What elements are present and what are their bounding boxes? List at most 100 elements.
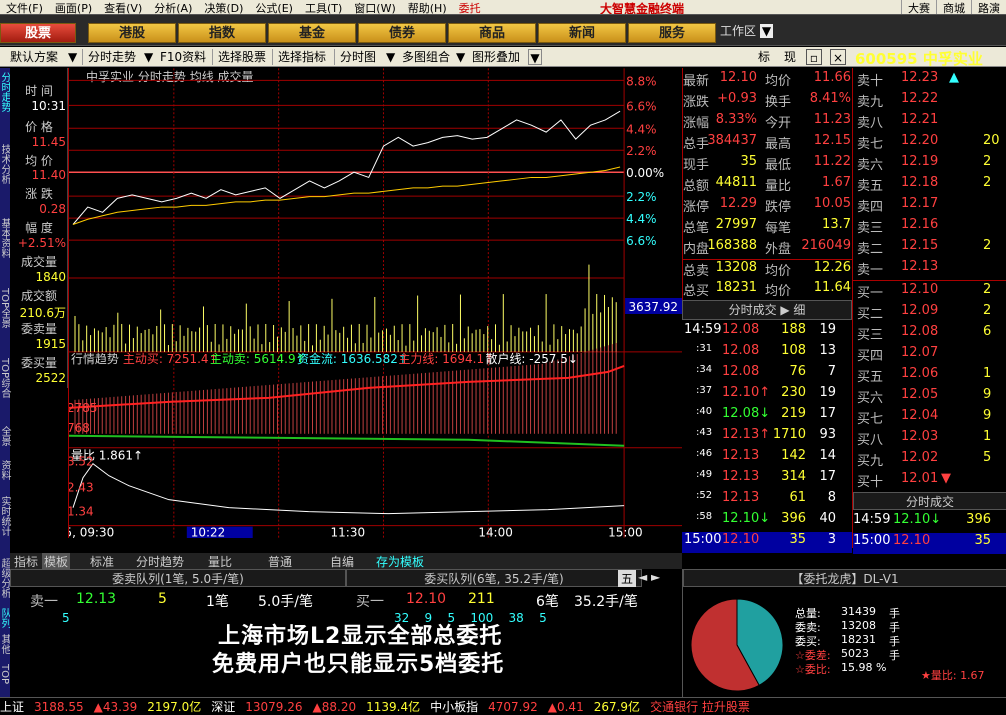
toolbar-select-stock[interactable]: 选择股票: [218, 49, 266, 65]
menu-formula[interactable]: 公式(E): [249, 0, 299, 14]
menu-window[interactable]: 窗口(W): [348, 0, 401, 14]
depth-sell-row[interactable]: 卖二 12.15 2: [853, 238, 1006, 259]
nav-tab-index[interactable]: 指数: [178, 23, 266, 43]
window-restore-icon[interactable]: ▫: [806, 49, 822, 65]
depth-buy-row[interactable]: 买三 12.08 6: [853, 324, 1006, 345]
nav-tab-commodity[interactable]: 商品: [448, 23, 536, 43]
depth-buy-row[interactable]: 买四 12.07: [853, 345, 1006, 366]
left-tab-fundamental[interactable]: 基本资料: [0, 218, 10, 258]
workspace-tab[interactable]: 工作区 ▼: [720, 22, 774, 39]
depth-sell-row[interactable]: 卖三 12.16: [853, 217, 1006, 238]
depth-buy-row[interactable]: 买二 12.09 2: [853, 303, 1006, 324]
tab-template[interactable]: 模板: [42, 553, 71, 570]
quote-row: 内盘 168388 外盘 216049: [683, 238, 853, 259]
toolbar-now[interactable]: 现: [784, 49, 796, 65]
depth-sell-row[interactable]: 卖一 12.13: [853, 259, 1006, 280]
left-tab-realtime-stats[interactable]: 实时统计: [0, 496, 10, 536]
tick-volume: 35: [974, 533, 991, 548]
tick-price: 12.10: [893, 533, 931, 548]
nav-tab-bond[interactable]: 债券: [358, 23, 446, 43]
tab-normal[interactable]: 普通: [268, 553, 292, 570]
depth-sell-row[interactable]: 卖四 12.17: [853, 196, 1006, 217]
menu-order[interactable]: 委托: [453, 0, 487, 14]
depth-label: 买一: [857, 286, 884, 301]
toolbar-overlay[interactable]: 图形叠加: [472, 49, 520, 65]
menu-screen[interactable]: 画面(P): [49, 0, 98, 14]
left-tab-other[interactable]: 其他: [0, 634, 10, 654]
menu-view[interactable]: 查看(V): [98, 0, 148, 14]
left-tab-top[interactable]: TOP: [0, 664, 10, 684]
depth-buy-row[interactable]: 买六 12.05 9: [853, 387, 1006, 408]
depth-tick-title[interactable]: 分时成交: [853, 492, 1006, 510]
intraday-chart[interactable]: 8.8% 6.6% 4.4% 2.2% 0.00% 2.2% 4.4% 6.6% 3637.92…: [68, 68, 682, 538]
toolbar-select-indicator[interactable]: 选择指标: [278, 49, 326, 65]
depth-sell-row[interactable]: 卖八 12.21: [853, 112, 1006, 133]
menu-tools[interactable]: 工具(T): [299, 0, 348, 14]
depth-sell-row[interactable]: 卖十 12.23 ▲: [853, 70, 1006, 91]
depth-buy-row[interactable]: 买七 12.04 9: [853, 408, 1006, 429]
chevron-down-icon[interactable]: ▼: [386, 49, 395, 65]
left-tab-panorama[interactable]: 全景: [0, 426, 10, 446]
depth-label: 卖六: [857, 158, 884, 173]
quote-row: 总手 384437 最高 12.15: [683, 133, 853, 154]
left-tab-top-panorama[interactable]: TOP全景: [0, 288, 10, 328]
left-tab-top-synthesis[interactable]: TOP综合: [0, 358, 10, 398]
depth-buy-row[interactable]: 买九 12.02 5: [853, 450, 1006, 471]
quote-label: 跌停: [765, 200, 792, 215]
depth-volume: ▲: [949, 70, 959, 85]
depth-sell-row[interactable]: 卖九 12.22: [853, 91, 1006, 112]
left-tab-super-analysis[interactable]: 超级分析: [0, 558, 10, 598]
toolbar-chart[interactable]: 分时图: [340, 49, 376, 65]
tick-volume: 76: [789, 364, 806, 379]
quote-value: 8.41%: [809, 91, 851, 106]
left-tab-queue[interactable]: 队列: [0, 608, 10, 628]
depth-sell-row[interactable]: 卖七 12.20 20: [853, 133, 1006, 154]
link-contest[interactable]: 大赛: [901, 0, 936, 14]
chevron-down-icon[interactable]: ▼: [144, 49, 153, 65]
menu-decision[interactable]: 决策(D): [198, 0, 249, 14]
tick-title[interactable]: 分时成交 ▶ 细: [682, 300, 852, 320]
toolbar-intraday[interactable]: 分时走势: [88, 49, 136, 65]
toolbar-f10[interactable]: F10资料: [160, 49, 206, 65]
depth-label: 买四: [857, 349, 884, 364]
left-tab-intraday[interactable]: 分时走势: [0, 72, 10, 112]
tab-volume-ratio[interactable]: 量比: [208, 553, 232, 570]
tab-intraday-trend[interactable]: 分时趋势: [136, 553, 184, 570]
tab-custom[interactable]: 自编: [330, 553, 354, 570]
nav-tab-hk[interactable]: 港股: [88, 23, 176, 43]
nav-tab-stocks[interactable]: 股票: [0, 23, 76, 43]
menu-analysis[interactable]: 分析(A): [148, 0, 198, 14]
toolbar-multi-chart[interactable]: 多图组合: [402, 49, 450, 65]
status-item: 中小板指: [430, 700, 479, 714]
toolbar-default-scheme[interactable]: 默认方案: [10, 49, 58, 65]
menu-help[interactable]: 帮助(H): [402, 0, 453, 14]
nav-tab-fund[interactable]: 基金: [268, 23, 356, 43]
quote-row: 涨跌 +0.93 换手 8.41%: [683, 91, 853, 112]
chevron-down-icon[interactable]: ▼: [456, 49, 465, 65]
depth-buy-row[interactable]: 买一 12.10 2: [853, 282, 1006, 303]
nav-tab-news[interactable]: 新闻: [538, 23, 626, 43]
tab-indicator[interactable]: 指标: [14, 553, 38, 570]
depth-sell-row[interactable]: 卖六 12.19 2: [853, 154, 1006, 175]
tab-standard[interactable]: 标准: [90, 553, 114, 570]
toolbar-mark[interactable]: 标: [758, 49, 770, 65]
chevron-down-icon[interactable]: ▼: [528, 49, 542, 65]
close-icon[interactable]: ×: [830, 49, 846, 65]
tab-save-template[interactable]: 存为模板: [376, 553, 424, 570]
depth-buy-row[interactable]: 买八 12.03 1: [853, 429, 1006, 450]
left-tab-technical[interactable]: 技术分析: [0, 144, 10, 184]
depth-buy-row[interactable]: 买十 12.01 ▼: [853, 471, 1006, 492]
menu-file[interactable]: 文件(F): [0, 0, 49, 14]
left-tab-data[interactable]: 资料: [0, 460, 10, 480]
queue-five-tab[interactable]: 五: [618, 570, 637, 587]
depth-sell-row[interactable]: 卖五 12.18 2: [853, 175, 1006, 196]
queue-nav-icons[interactable]: ◄ ►: [638, 570, 660, 584]
buy-queue-label: 买一: [356, 594, 384, 610]
depth-label: 卖五: [857, 179, 884, 194]
tick-row: :58 12.10↓ 396 40: [682, 511, 852, 532]
depth-buy-row[interactable]: 买五 12.06 1: [853, 366, 1006, 387]
nav-tab-service[interactable]: 服务: [628, 23, 716, 43]
link-roadshow[interactable]: 路演: [971, 0, 1006, 14]
chevron-down-icon[interactable]: ▼: [68, 49, 77, 65]
link-mall[interactable]: 商城: [936, 0, 971, 14]
